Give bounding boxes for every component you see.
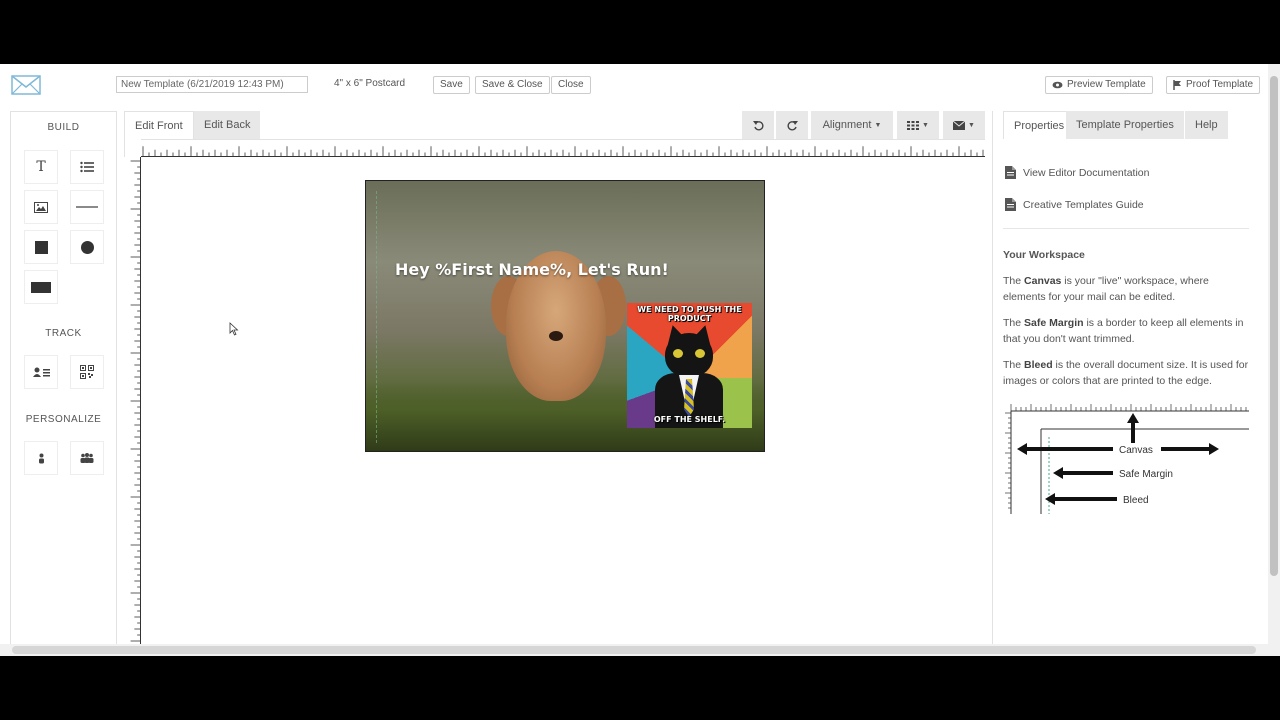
horizontal-scroll-thumb[interactable]	[12, 646, 1256, 654]
safe-margin-description: The Safe Margin is a border to keep all …	[1003, 317, 1244, 345]
track-title: TRACK	[45, 328, 82, 339]
square-tool-button[interactable]	[24, 230, 58, 264]
rectangle-icon	[31, 281, 51, 293]
cat-eye-left	[673, 349, 683, 358]
creative-templates-guide-link[interactable]: Creative Templates Guide	[1005, 198, 1144, 211]
top-bar: 4" x 6" Postcard Save Save & Close Close…	[0, 64, 1268, 106]
view-editor-documentation-label: View Editor Documentation	[1023, 166, 1150, 179]
envelope-icon	[953, 120, 966, 130]
image-icon	[34, 201, 48, 213]
person-icon	[38, 453, 44, 463]
bleed-description: The Bleed is the overall document size. …	[1003, 359, 1249, 387]
circle-tool-button[interactable]	[70, 230, 104, 264]
build-panel: BUILD T TRACK PERSONALIZE	[10, 111, 117, 656]
person-tool-button[interactable]	[24, 441, 58, 475]
postcard-canvas[interactable]: Hey %First Name%, Let's Run! WE NEED TO …	[365, 180, 765, 452]
view-editor-documentation-link[interactable]: View Editor Documentation	[1005, 166, 1149, 179]
horizontal-scrollbar[interactable]	[0, 644, 1268, 656]
save-close-button[interactable]: Save & Close	[475, 76, 550, 94]
vertical-ruler	[124, 157, 141, 656]
line-tool-button[interactable]	[70, 190, 104, 224]
properties-panel: Properties Template Properties Help View…	[992, 111, 1260, 656]
redo-button[interactable]	[776, 111, 808, 139]
caret-down-icon: ▼	[922, 121, 929, 129]
document-icon	[1005, 198, 1016, 211]
horizontal-ruler	[141, 139, 985, 157]
tab-edit-back[interactable]: Edit Back	[194, 111, 261, 139]
vertical-scrollbar[interactable]	[1268, 64, 1280, 656]
list-icon	[80, 161, 94, 173]
grid-dropdown[interactable]: ▼	[897, 111, 939, 139]
build-title: BUILD	[47, 122, 80, 133]
meme-bottom-text: OFF THE SHELF.	[653, 415, 726, 424]
personalize-title: PERSONALIZE	[25, 414, 102, 425]
list-tool-button[interactable]	[70, 150, 104, 184]
diagram-bleed-label: Bleed	[1123, 495, 1149, 506]
close-button[interactable]: Close	[551, 76, 591, 94]
save-button[interactable]: Save	[433, 76, 470, 94]
safe-margin-line	[376, 191, 377, 443]
postcard-headline[interactable]: Hey %First Name%, Let's Run!	[395, 260, 669, 279]
mail-dropdown[interactable]: ▼	[943, 111, 985, 139]
tab-edit-front[interactable]: Edit Front	[124, 111, 194, 139]
diagram-canvas-label: Canvas	[1119, 445, 1153, 456]
template-name-input[interactable]	[116, 76, 308, 93]
vertical-scroll-thumb[interactable]	[1270, 76, 1278, 576]
tab-template-properties[interactable]: Template Properties	[1066, 111, 1184, 139]
line-icon	[76, 206, 98, 208]
undo-icon	[752, 120, 764, 131]
alignment-label: Alignment	[822, 119, 872, 131]
creative-templates-guide-label: Creative Templates Guide	[1023, 198, 1144, 211]
business-cat-meme-image[interactable]: WE NEED TO PUSH THE PRODUCT OFF THE SHEL…	[627, 303, 752, 428]
your-workspace-heading: Your Workspace	[1003, 249, 1085, 261]
document-icon	[1005, 166, 1016, 179]
eye-icon	[1052, 81, 1063, 89]
canvas-description: The Canvas is your "live" workspace, whe…	[1003, 275, 1209, 303]
alignment-dropdown[interactable]: Alignment ▼	[811, 111, 893, 139]
cat-head	[665, 333, 713, 377]
contact-card-icon	[32, 367, 50, 377]
square-icon	[34, 240, 48, 254]
flag-icon	[1173, 80, 1181, 90]
dog-nose	[549, 331, 563, 341]
qr-tool-button[interactable]	[70, 355, 104, 389]
proof-template-button[interactable]: Proof Template	[1166, 76, 1261, 94]
tab-properties[interactable]: Properties	[1003, 111, 1076, 139]
rectangle-tool-button[interactable]	[24, 270, 58, 304]
workspace-diagram: Canvas Safe Margin Bleed	[1003, 399, 1249, 514]
caret-down-icon: ▼	[874, 121, 882, 129]
preview-template-button[interactable]: Preview Template	[1045, 76, 1153, 94]
cat-eye-right	[695, 349, 705, 358]
diagram-safe-margin-label: Safe Margin	[1119, 469, 1173, 480]
editor-app: 4" x 6" Postcard Save Save & Close Close…	[0, 64, 1280, 656]
circle-icon	[80, 240, 94, 254]
meme-top-text: WE NEED TO PUSH THE PRODUCT	[637, 305, 742, 323]
preview-template-label: Preview Template	[1067, 79, 1146, 90]
undo-button[interactable]	[742, 111, 774, 139]
envelope-logo-icon	[11, 75, 41, 95]
canvas-area: Edit Front Edit Back Alignment ▼ ▼ ▼ Hey…	[124, 111, 985, 656]
text-tool-button[interactable]: T	[24, 150, 58, 184]
text-icon: T	[36, 159, 46, 175]
group-icon	[80, 453, 94, 463]
grid-icon	[907, 120, 920, 130]
proof-template-label: Proof Template	[1186, 79, 1254, 90]
qr-code-icon	[80, 365, 94, 379]
mouse-cursor-icon	[229, 322, 239, 336]
divider	[1003, 228, 1249, 229]
redo-icon	[786, 120, 798, 131]
caret-down-icon: ▼	[968, 121, 975, 129]
group-tool-button[interactable]	[70, 441, 104, 475]
tab-help[interactable]: Help	[1185, 111, 1228, 139]
postcard-size-label: 4" x 6" Postcard	[334, 78, 406, 89]
contact-tool-button[interactable]	[24, 355, 58, 389]
image-tool-button[interactable]	[24, 190, 58, 224]
workspace-diagram-graphic: Canvas Safe Margin Bleed	[1005, 404, 1249, 514]
